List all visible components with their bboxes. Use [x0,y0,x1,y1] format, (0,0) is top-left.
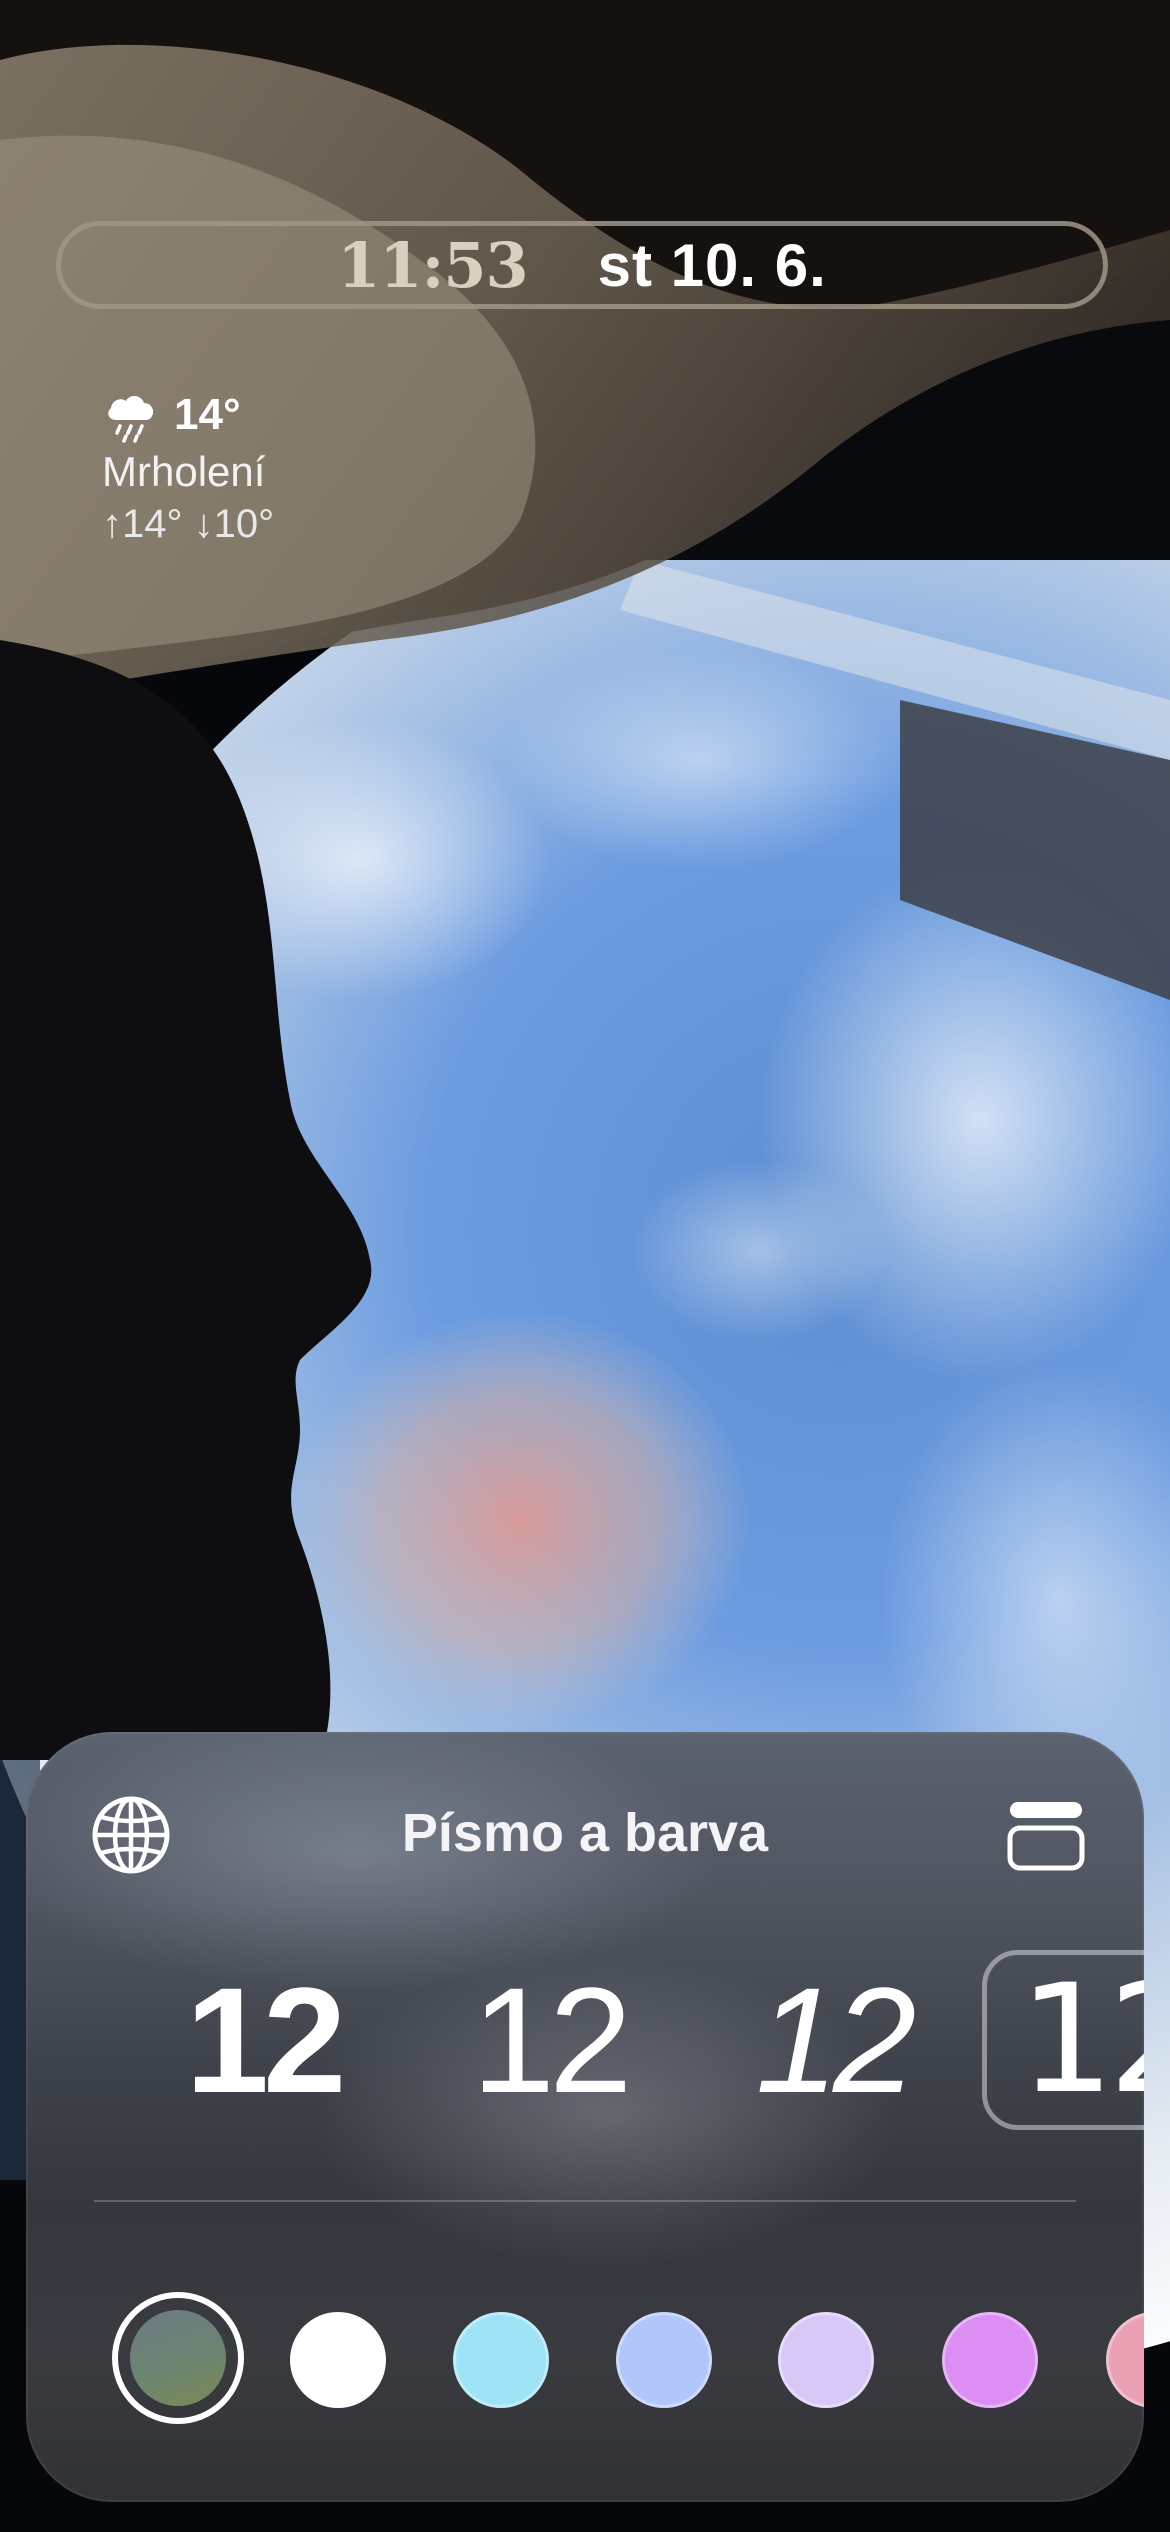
color-swatch[interactable] [453,2312,549,2408]
color-swatch[interactable] [778,2312,874,2408]
lock-screen-date: st 10. 6. [597,231,827,299]
weather-widget[interactable]: 14° Mrholení ↑14° ↓10° [102,384,274,547]
cloud-drizzle-icon [108,395,154,443]
widget-layout-icon [1007,1802,1085,1871]
font-and-color-sheet: Písmo a barva 12 12 12 12 [26,1732,1144,2502]
font-option-selected[interactable]: 12 [982,1950,1144,2130]
lock-screen-time: 11:53 [337,228,528,302]
weather-high-low: ↑14° ↓10° [102,502,275,546]
weather-condition: Mrholení [102,448,266,495]
weather-temperature: 14° [174,390,241,439]
font-option[interactable]: 12 [148,1950,378,2130]
lock-screen-editor: 11:53 st 10. 6. 14° Mrholení ↑14° ↓10° P… [0,0,1170,2532]
clock-style-button[interactable] [1004,1798,1088,1874]
color-picker [26,2272,1144,2432]
font-picker: 12 12 12 12 [26,1950,1144,2130]
weather-summary: 14° [102,384,274,446]
sheet-title: Písmo a barva [401,1803,769,1863]
color-swatch[interactable] [290,2312,386,2408]
divider [94,2200,1076,2202]
color-swatch[interactable] [942,2312,1038,2408]
color-swatch-selected[interactable] [130,2310,226,2406]
clock-widget[interactable]: 11:53 st 10. 6. [56,221,1108,309]
color-swatch[interactable] [1106,2312,1144,2408]
color-swatch[interactable] [616,2312,712,2408]
font-option[interactable]: 12 [434,1950,664,2130]
font-option[interactable]: 12 [718,1950,948,2130]
